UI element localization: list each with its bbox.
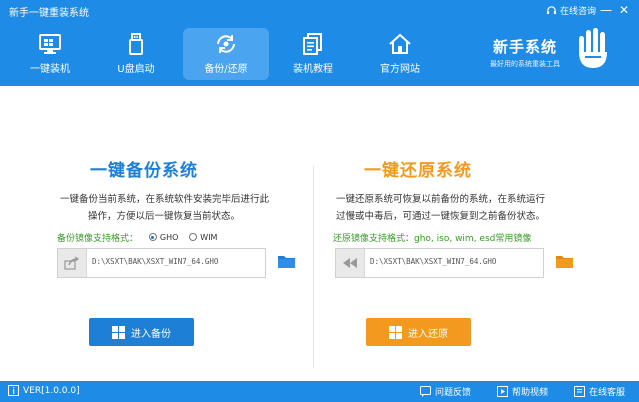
nav-label: U盘启动 <box>117 64 155 75</box>
format-gho-label: GHO <box>159 232 179 242</box>
minimize-button[interactable]: — <box>597 2 615 18</box>
enter-restore-label: 进入还原 <box>408 328 448 340</box>
main-content: 一键备份系统 一键备份当前系统，在系统软件安装完毕后进行此 操作，方便以后一键恢… <box>0 86 639 380</box>
hand-logo-icon <box>579 28 607 68</box>
nav-item-one-click-install[interactable]: 一键装机 <box>7 28 93 80</box>
version-info: VER[1.0.0.0] <box>8 385 80 396</box>
title-bar: 新手一键重装系统 在线咨询 — ✕ <box>0 0 639 22</box>
backup-title: 一键备份系统 <box>90 161 198 181</box>
info-icon <box>8 385 19 396</box>
rewind-icon <box>343 258 357 268</box>
chat-icon <box>574 386 585 397</box>
online-service-link[interactable]: 在线客服 <box>574 385 625 398</box>
radio-dot <box>189 233 198 241</box>
online-consult-link[interactable]: 在线咨询 <box>546 2 596 18</box>
backup-path-text: D:\XSXT\BAK\XSXT_WIN7_64.GHO <box>92 257 219 266</box>
nav-item-usb-boot[interactable]: U盘启动 <box>93 28 179 80</box>
app-title: 新手一键重装系统 <box>9 8 89 19</box>
backup-description: 一键备份当前系统，在系统软件安装完毕后进行此 操作，方便以后一键恢复当前状态。 <box>60 191 269 225</box>
backup-icon <box>217 35 235 53</box>
online-consult-label: 在线咨询 <box>560 6 597 17</box>
help-video-link[interactable]: 帮助视频 <box>497 385 548 398</box>
nav-item-official-site[interactable]: 官方网站 <box>357 28 443 80</box>
nav-label: 官方网站 <box>380 64 420 75</box>
backup-desc-line2: 操作，方便以后一键恢复当前状态。 <box>88 211 241 222</box>
restore-path-text: D:\XSXT\BAK\XSXT_WIN7_64.GHO <box>370 257 497 266</box>
headset-icon <box>546 5 557 14</box>
app-window: 新手一键重装系统 在线咨询 — ✕ 一键装机 U盘启动 备份/还原 装机教程 官… <box>0 0 639 402</box>
nav-item-tutorial[interactable]: 装机教程 <box>270 28 356 80</box>
feedback-icon <box>420 386 431 397</box>
radio-dot <box>148 233 157 241</box>
feedback-label: 问题反馈 <box>435 388 472 398</box>
format-wim-radio[interactable]: WIM <box>189 233 217 242</box>
status-bar: VER[1.0.0.0] 问题反馈 帮助视频 在线客服 <box>0 381 639 402</box>
backup-panel: 一键备份系统 一键备份当前系统，在系统软件安装完毕后进行此 操作，方便以后一键恢… <box>0 86 300 380</box>
close-button[interactable]: ✕ <box>615 2 633 18</box>
restore-desc-line2: 过慢或中毒后，可通过一键恢复到之前备份状态。 <box>336 211 546 222</box>
feedback-link[interactable]: 问题反馈 <box>420 385 471 398</box>
restore-desc-line1: 一键还原系统可恢复以前备份的系统，在系统运行 <box>336 194 546 205</box>
windows-icon <box>112 325 125 339</box>
online-service-label: 在线客服 <box>589 388 626 398</box>
share-icon <box>64 256 80 270</box>
brand-name: 新手系统 <box>492 38 557 56</box>
video-icon <box>497 386 508 397</box>
nav-label: 备份/还原 <box>204 64 248 75</box>
tutorial-icon <box>303 33 322 55</box>
enter-backup-label: 进入备份 <box>131 328 171 340</box>
path-icon-box <box>336 249 365 277</box>
restore-panel: 一键还原系统 一键还原系统可恢复以前备份的系统，在系统运行 过慢或中毒后，可通过… <box>320 86 620 380</box>
home-icon <box>389 33 411 54</box>
backup-folder-icon[interactable] <box>278 254 295 268</box>
backup-format-label: 备份镜像支持格式： <box>57 234 139 244</box>
restore-description: 一键还原系统可恢复以前备份的系统，在系统运行 过慢或中毒后，可通过一键恢复到之前… <box>336 191 545 225</box>
restore-format-label: 还原镜像支持格式：gho, iso, wim, esd常用镜像 <box>333 234 532 244</box>
restore-title: 一键还原系统 <box>364 161 472 181</box>
format-wim-label: WIM <box>200 232 218 242</box>
restore-format-line: 还原镜像支持格式：gho, iso, wim, esd常用镜像 <box>333 231 531 244</box>
nav-label: 一键装机 <box>30 64 70 75</box>
header: 新手一键重装系统 在线咨询 — ✕ 一键装机 U盘启动 备份/还原 装机教程 官… <box>0 0 639 86</box>
windows-icon <box>389 325 402 339</box>
brand-subtitle: 最好用的系统重装工具 <box>490 60 560 68</box>
nav-label: 装机教程 <box>293 64 333 75</box>
panel-divider <box>313 166 314 368</box>
enter-restore-button[interactable]: 进入还原 <box>366 318 471 346</box>
monitor-icon <box>39 34 61 54</box>
version-text: VER[1.0.0.0] <box>23 385 80 396</box>
help-video-label: 帮助视频 <box>512 388 549 398</box>
enter-backup-button[interactable]: 进入备份 <box>89 318 194 346</box>
backup-format-line: 备份镜像支持格式： GHO WIM <box>57 231 217 245</box>
usb-icon <box>129 33 143 55</box>
brand: 新手系统 最好用的系统重装工具 <box>480 36 570 69</box>
restore-folder-icon[interactable] <box>556 254 573 268</box>
backup-path-field[interactable]: D:\XSXT\BAK\XSXT_WIN7_64.GHO <box>57 248 266 278</box>
format-gho-radio[interactable]: GHO <box>148 232 179 242</box>
nav-item-backup-restore[interactable]: 备份/还原 <box>183 28 269 80</box>
restore-path-field[interactable]: D:\XSXT\BAK\XSXT_WIN7_64.GHO <box>335 248 544 278</box>
backup-desc-line1: 一键备份当前系统，在系统软件安装完毕后进行此 <box>60 194 270 205</box>
path-icon-box <box>58 249 87 277</box>
